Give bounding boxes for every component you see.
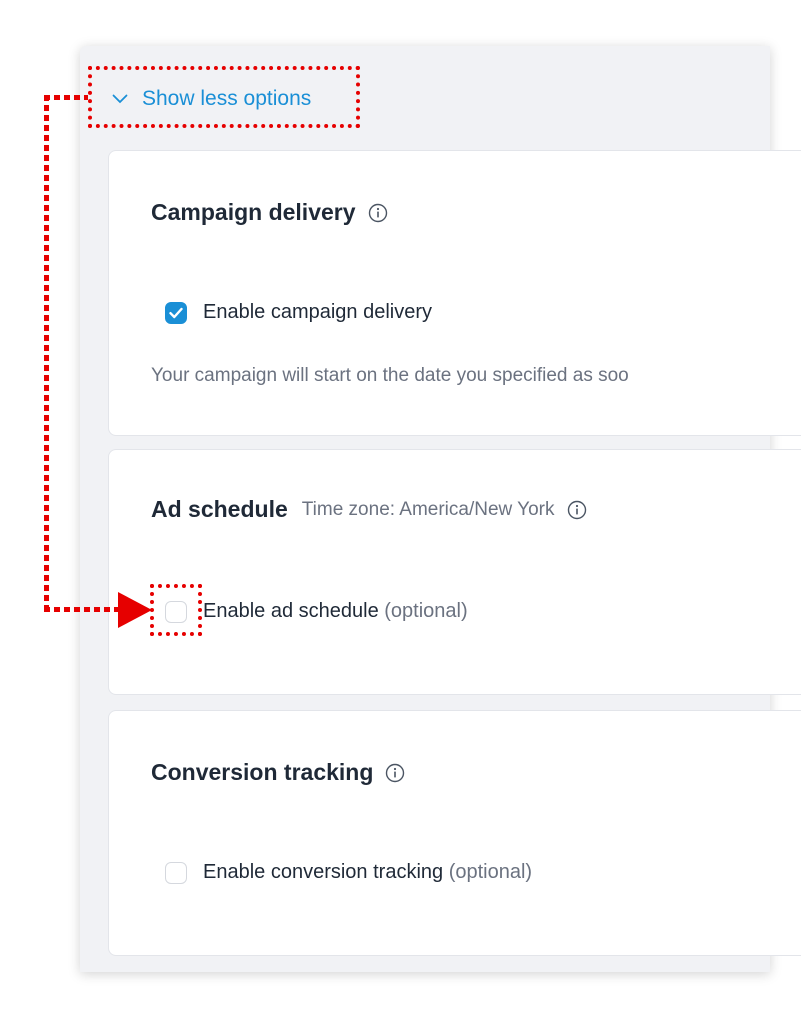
- info-icon[interactable]: [368, 203, 388, 223]
- ad-schedule-header: Ad schedule Time zone: America/New York: [151, 496, 587, 523]
- annotation-highlight-toggle: [88, 66, 360, 128]
- enable-conversion-tracking-checkbox[interactable]: [165, 861, 187, 884]
- annotation-connector-top: [44, 95, 88, 100]
- enable-ad-schedule-label: Enable ad schedule: [203, 600, 379, 622]
- annotation-connector-bottom: [44, 607, 122, 612]
- enable-conversion-tracking-row[interactable]: Enable conversion tracking (optional): [165, 861, 532, 884]
- arrow-right-icon: [118, 592, 152, 628]
- optional-label: (optional): [384, 600, 468, 622]
- enable-campaign-delivery-row[interactable]: Enable campaign delivery: [165, 301, 432, 324]
- info-icon[interactable]: [567, 500, 587, 520]
- campaign-delivery-description: Your campaign will start on the date you…: [151, 365, 629, 386]
- ad-schedule-title: Ad schedule: [151, 496, 288, 522]
- enable-conversion-tracking-text: Enable conversion tracking (optional): [203, 861, 532, 884]
- enable-campaign-delivery-label: Enable campaign delivery: [203, 301, 433, 323]
- enable-conversion-tracking-label: Enable conversion tracking: [203, 861, 444, 883]
- enable-ad-schedule-row[interactable]: Enable ad schedule (optional): [165, 600, 468, 623]
- annotation-highlight-checkbox: [150, 584, 202, 636]
- campaign-delivery-title: Campaign delivery: [151, 199, 356, 225]
- enable-ad-schedule-text: Enable ad schedule (optional): [203, 600, 468, 623]
- campaign-delivery-header: Campaign delivery: [151, 199, 388, 226]
- campaign-delivery-card: Campaign delivery Enable campaign delive…: [108, 150, 801, 436]
- ad-schedule-card: Ad schedule Time zone: America/New York …: [108, 449, 801, 695]
- enable-campaign-delivery-checkbox[interactable]: [165, 301, 187, 324]
- conversion-tracking-title: Conversion tracking: [151, 759, 374, 785]
- annotation-connector-vertical: [44, 95, 49, 611]
- conversion-tracking-card: Conversion tracking Enable conversion tr…: [108, 710, 801, 956]
- optional-label: (optional): [448, 861, 533, 883]
- conversion-tracking-header: Conversion tracking: [151, 759, 405, 786]
- timezone-label: Time zone: America/New York: [301, 498, 555, 520]
- info-icon[interactable]: [385, 763, 405, 783]
